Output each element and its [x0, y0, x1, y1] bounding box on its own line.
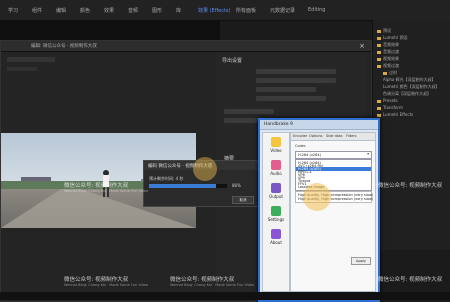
codec-label: Codec: [295, 144, 306, 148]
effects-item[interactable]: 视频过渡: [377, 63, 449, 69]
folder-icon: [377, 64, 381, 68]
codec-select[interactable]: H.264 (x264) ▾: [295, 151, 372, 159]
effects-item[interactable]: Lumetri 颜色【深层制作大叔】: [383, 84, 449, 90]
remaining-time-text: 预计剩余时间: 4 秒: [149, 176, 184, 181]
source-control[interactable]: [7, 67, 37, 71]
video-icon: [271, 137, 281, 147]
folder-icon: [377, 106, 381, 110]
sidebar-item-audio[interactable]: Audio: [266, 160, 286, 176]
handbrake-main-panel: Encoder Options Side data Filters Codec …: [290, 132, 376, 292]
effects-item[interactable]: 色调分离【深层制作大叔】: [383, 91, 449, 97]
menu-libraries[interactable]: 库: [176, 7, 181, 14]
menu-editing[interactable]: Editing: [308, 7, 325, 13]
menu-effects-active[interactable]: 效果 (Effects): [198, 7, 231, 14]
tab-options[interactable]: Options: [309, 134, 323, 138]
watermark-subtext: Wechat Blog: Chang Kai · Made Some Fun V…: [170, 283, 255, 287]
output-name-field[interactable]: [256, 96, 326, 101]
folder-icon: [377, 113, 381, 117]
folder-icon: [377, 29, 381, 33]
export-settings-heading: 导出设置: [222, 58, 243, 64]
cancel-encoding-button[interactable]: 取消: [232, 196, 254, 204]
watermark-subtext: Wechat Blog: Chang Kai · Made Some Fun V…: [64, 283, 149, 287]
effects-item[interactable]: 音频效果: [377, 42, 449, 48]
tab-filters[interactable]: Filters: [346, 134, 357, 138]
menu-effects[interactable]: 效果: [104, 7, 114, 14]
menu-graphics[interactable]: 图形: [152, 7, 162, 14]
folder-icon: [377, 50, 381, 54]
watermark-text: 微信公众号: 视频制作大叔: [378, 277, 443, 283]
close-icon[interactable]: ×: [359, 42, 365, 50]
effects-item[interactable]: 视频效果: [377, 56, 449, 62]
audio-icon: [271, 160, 281, 170]
menu-learn[interactable]: 学习: [8, 7, 18, 14]
menu-metadata[interactable]: 元数据记录: [270, 7, 295, 14]
handbrake-tabs: Encoder Options Side data Filters: [291, 133, 375, 141]
effects-item[interactable]: 音频过渡: [377, 49, 449, 55]
menu-audio[interactable]: 音频: [128, 7, 138, 14]
cursor-highlight: [303, 183, 331, 211]
progress-percent: 86%: [232, 183, 241, 188]
codec-selected-value: H.264 (x264): [298, 153, 321, 157]
sidebar-item-about[interactable]: About: [266, 229, 286, 245]
folder-icon: [377, 36, 381, 40]
settings-icon: [271, 206, 281, 216]
effects-item[interactable]: Alpha 辉光【深层制作大叔】: [383, 77, 449, 83]
watermark-text: 微信公众号: 视频制作大叔: [170, 277, 235, 283]
menu-color[interactable]: 颜色: [80, 7, 90, 14]
effects-item[interactable]: 过时: [383, 70, 449, 76]
menu-all-panels[interactable]: 所有面板: [236, 7, 256, 14]
workspace-menubar: 学习 组件 编辑 颜色 效果 音频 图形 库 效果 (Effects) 所有面板…: [0, 0, 450, 21]
watermark-text: 微信公众号: 视频制作大叔: [64, 277, 129, 283]
menu-edit[interactable]: 编辑: [56, 7, 66, 14]
handbrake-titlebar: Handbrake 9: [260, 120, 378, 130]
output-icon: [271, 183, 281, 193]
source-tab[interactable]: [7, 57, 55, 62]
cursor-highlight: [193, 157, 217, 181]
folder-icon: [377, 43, 381, 47]
progress-bar: [149, 184, 227, 188]
menu-assembly[interactable]: 组件: [32, 7, 42, 14]
export-file-name: 编辑: 微信公众号 · 视频制作大叔: [31, 44, 97, 49]
tab-encoder[interactable]: Encoder: [293, 134, 307, 138]
export-dialog-titlebar: 编辑: 微信公众号 · 视频制作大叔 ×: [1, 41, 371, 52]
preset-select[interactable]: [256, 78, 336, 83]
sidebar-item-video[interactable]: Video: [266, 137, 286, 153]
tab-side-data[interactable]: Side data: [326, 134, 343, 138]
handbrake-sidebar: Video Audio Output Settings About: [262, 132, 290, 292]
watermark-text: 微信公众号: 视频制作大叔: [378, 183, 443, 189]
effects-item[interactable]: Lumetri 预设: [377, 35, 449, 41]
effects-item[interactable]: Presets: [377, 98, 449, 104]
comments-field[interactable]: [256, 87, 316, 92]
progress-bar-fill: [149, 184, 217, 188]
export-video-checkbox[interactable]: [224, 109, 274, 114]
effects-item[interactable]: Lumetri Effects: [377, 112, 449, 118]
effects-item[interactable]: 预设: [377, 28, 449, 34]
folder-icon: [383, 71, 387, 75]
folder-icon: [377, 57, 381, 61]
watermark-text: 微信公众号: 视频制作大叔: [64, 183, 129, 189]
sidebar-item-output[interactable]: Output: [266, 183, 286, 199]
effects-item[interactable]: Transform: [377, 105, 449, 111]
about-icon: [271, 229, 281, 239]
effects-panel: 预设 Lumetri 预设 音频效果 音频过渡 视频效果 视频过渡 过时 Alp…: [372, 20, 450, 250]
bottom-strip: [0, 292, 450, 300]
apply-button[interactable]: Apply: [351, 257, 371, 265]
folder-icon: [377, 99, 381, 103]
watermark-subtext: Wechat Blog: Chang Kai · Made Some Fun V…: [64, 189, 149, 193]
chevron-down-icon: ▾: [367, 152, 369, 156]
format-select[interactable]: [256, 69, 336, 74]
sidebar-item-settings[interactable]: Settings: [266, 206, 286, 222]
handbrake-title: Handbrake 9: [264, 122, 293, 127]
